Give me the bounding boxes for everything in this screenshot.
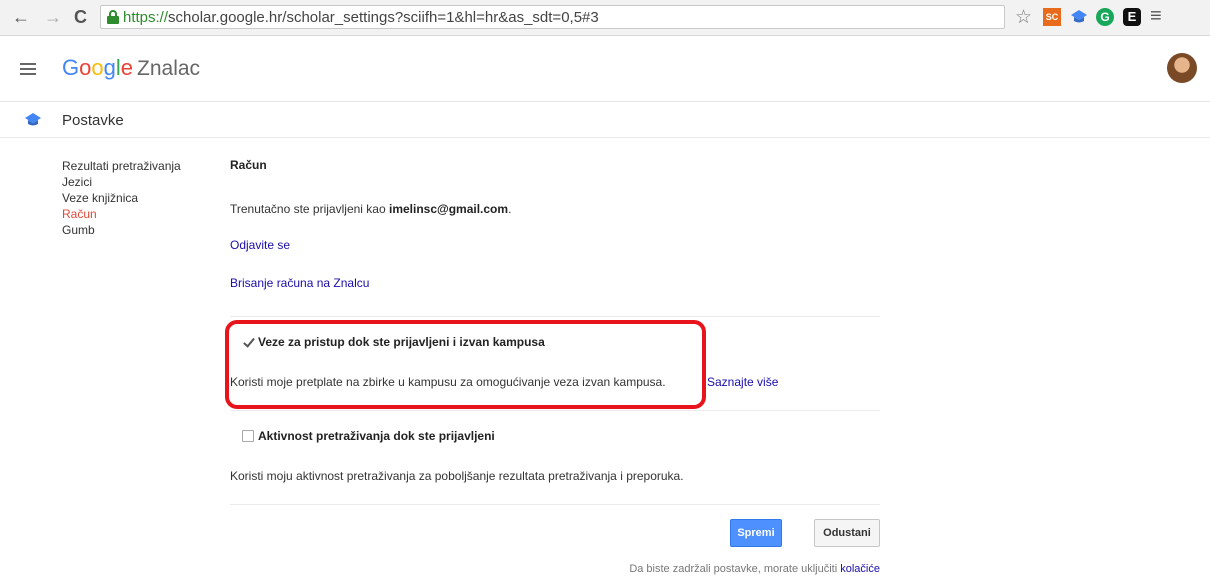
url-protocol: https:// — [123, 9, 169, 26]
app-header: Google Znalac — [0, 36, 1210, 102]
learn-more-link[interactable]: Saznajte više — [707, 375, 778, 389]
logo-letter: e — [120, 55, 134, 80]
sidebar-item-account[interactable]: Račun — [62, 206, 181, 222]
evernote-icon[interactable]: E — [1123, 8, 1141, 26]
highlight-annotation — [225, 320, 706, 409]
product-name: Znalac — [137, 57, 201, 80]
account-settings-panel: Račun Trenutačno ste prijavljeni kao ime… — [230, 158, 880, 575]
divider — [230, 316, 880, 317]
search-activity-description: Koristi moju aktivnost pretraživanja za … — [230, 469, 684, 483]
scholar-cap-icon — [24, 112, 42, 128]
sc-extension-icon[interactable]: SC — [1043, 8, 1061, 26]
page-title: Postavke — [62, 112, 124, 129]
offcampus-access-option[interactable]: Veze za pristup dok ste prijavljeni i iz… — [242, 335, 545, 349]
logo-letter: o — [79, 55, 92, 80]
url-path: scholar.google.hr/scholar_settings?sciif… — [168, 9, 599, 26]
divider — [230, 410, 880, 411]
sidebar-item-search-results[interactable]: Rezultati pretraživanja — [62, 158, 181, 174]
settings-sidebar: Rezultati pretraživanja Jezici Veze knji… — [62, 158, 181, 238]
cookies-note: Da biste zadržali postavke, morate uklju… — [629, 563, 880, 575]
cancel-button[interactable]: Odustani — [814, 519, 880, 547]
sidebar-item-library-links[interactable]: Veze knjižnica — [62, 190, 181, 206]
logo-letter: o — [91, 55, 104, 80]
sidebar-item-languages[interactable]: Jezici — [62, 174, 181, 190]
browser-menu-icon[interactable]: ≡ — [1150, 5, 1168, 27]
signed-in-suffix: . — [508, 202, 512, 216]
hamburger-menu-icon[interactable] — [20, 63, 36, 75]
section-title: Račun — [230, 158, 267, 172]
signed-in-prefix: Trenutačno ste prijavljeni kao — [230, 202, 389, 216]
browser-toolbar: ← → C https://scholar.google.hr/scholar_… — [0, 0, 1210, 36]
search-activity-label[interactable]: Aktivnost pretraživanja dok ste prijavlj… — [258, 429, 495, 443]
divider — [230, 504, 880, 505]
back-arrow-icon[interactable]: ← — [12, 8, 30, 26]
logo-letter: g — [103, 55, 116, 80]
offcampus-access-description: Koristi moje pretplate na zbirke u kampu… — [230, 375, 666, 389]
offcampus-access-label[interactable]: Veze za pristup dok ste prijavljeni i iz… — [258, 335, 545, 349]
signed-in-status: Trenutačno ste prijavljeni kao imelinsc@… — [230, 202, 511, 216]
forward-arrow-icon[interactable]: → — [44, 8, 62, 26]
avatar[interactable] — [1167, 53, 1197, 83]
settings-header: Postavke — [0, 102, 1210, 138]
search-activity-option[interactable]: Aktivnost pretraživanja dok ste prijavlj… — [242, 429, 495, 443]
url-text[interactable]: https://scholar.google.hr/scholar_settin… — [123, 9, 599, 26]
signout-link[interactable]: Odjavite se — [230, 238, 290, 252]
star-icon[interactable]: ☆ — [1015, 6, 1033, 28]
cookies-link[interactable]: kolačiće — [840, 563, 880, 575]
cookies-note-text: Da biste zadržali postavke, morate uklju… — [629, 563, 841, 575]
google-scholar-logo[interactable]: Google Znalac — [62, 55, 200, 81]
lock-icon — [107, 10, 119, 24]
sidebar-item-button[interactable]: Gumb — [62, 222, 181, 238]
delete-account-link[interactable]: Brisanje računa na Znalcu — [230, 276, 369, 290]
grammarly-icon[interactable]: G — [1096, 8, 1114, 26]
search-activity-checkbox[interactable] — [242, 430, 254, 442]
reload-icon[interactable]: C — [74, 8, 87, 26]
save-button[interactable]: Spremi — [730, 519, 782, 547]
scholar-cap-extension-icon[interactable] — [1070, 8, 1088, 26]
address-bar[interactable]: https://scholar.google.hr/scholar_settin… — [100, 5, 1005, 29]
account-email: imelinsc@gmail.com — [388, 202, 509, 216]
logo-letter: G — [62, 55, 80, 80]
offcampus-access-checkbox[interactable] — [242, 336, 254, 348]
